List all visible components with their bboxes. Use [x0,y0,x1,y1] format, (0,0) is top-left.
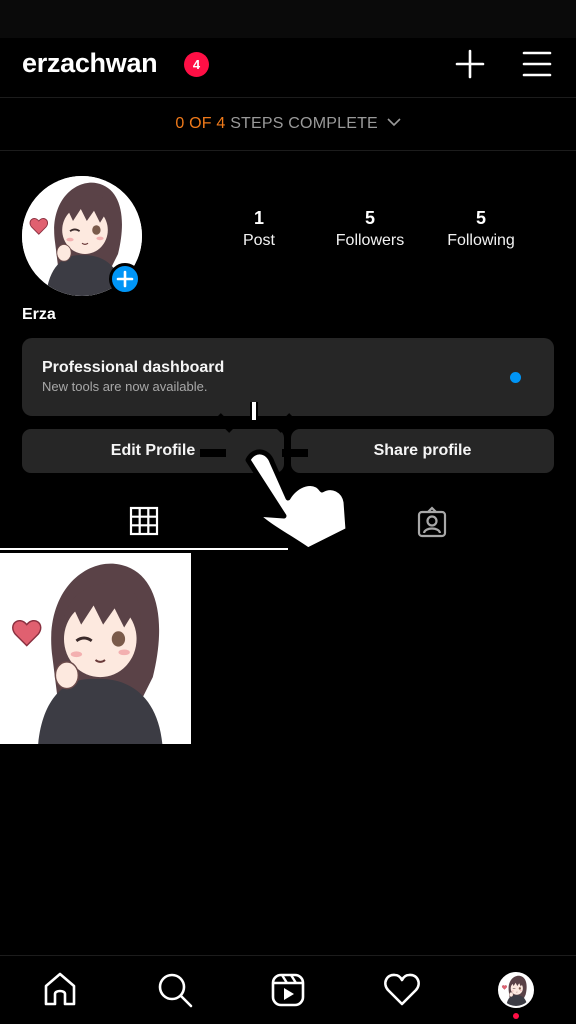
nav-reels[interactable] [268,970,308,1010]
tab-tagged[interactable] [288,494,576,550]
username-switcher[interactable]: erzachwan [22,48,158,79]
profile-avatar[interactable] [22,176,142,296]
stat-value: 5 [475,208,486,228]
stat-posts[interactable]: 1 Post [204,208,314,250]
post-image [0,553,191,744]
home-icon [44,972,76,1006]
profile-tabs [0,494,576,550]
search-icon [158,973,193,1008]
tagged-person-icon [417,506,447,538]
profile-avatar-icon [500,974,532,1006]
nav-profile[interactable] [498,972,534,1008]
create-button[interactable] [454,48,486,80]
grid-icon [129,506,159,536]
steps-label: STEPS COMPLETE [230,115,378,132]
dashboard-subtitle: New tools are now available. [42,379,208,394]
edit-profile-button[interactable]: Edit Profile [22,429,284,473]
nav-activity[interactable] [382,970,422,1010]
tab-posts-grid[interactable] [0,494,288,550]
top-bar: erzachwan 4 [0,38,576,98]
bottom-navigation [0,955,576,1024]
profile-notification-dot [513,1013,519,1019]
professional-dashboard-card[interactable]: Professional dashboard New tools are now… [22,338,554,416]
stat-label: Followers [335,232,405,249]
display-name: Erza [22,306,56,323]
share-profile-button[interactable]: Share profile [291,429,554,473]
notification-badge: 4 [184,52,209,77]
stat-label: Following [447,232,515,249]
plus-icon [455,49,485,79]
dashboard-title: Professional dashboard [42,359,225,376]
new-indicator-dot [510,372,521,383]
menu-button[interactable] [520,48,554,80]
stat-followers[interactable]: 5 Followers [315,208,425,250]
add-story-button[interactable] [109,263,141,295]
heart-icon [384,973,420,1006]
post-thumbnail[interactable] [0,553,191,744]
stat-label: Post [242,232,275,249]
stat-value: 1 [253,208,264,228]
nav-home[interactable] [40,970,80,1010]
stat-value: 5 [364,208,375,228]
status-bar [0,0,576,38]
reels-icon [271,973,305,1007]
steps-count: 0 OF 4 [175,115,226,132]
nav-search[interactable] [155,970,195,1010]
hamburger-menu-icon [522,51,552,77]
chevron-down-icon [387,118,401,126]
plus-icon [116,270,134,288]
steps-progress-toggle[interactable]: 0 OF 4 STEPS COMPLETE [0,99,576,151]
stat-following[interactable]: 5 Following [426,208,536,250]
